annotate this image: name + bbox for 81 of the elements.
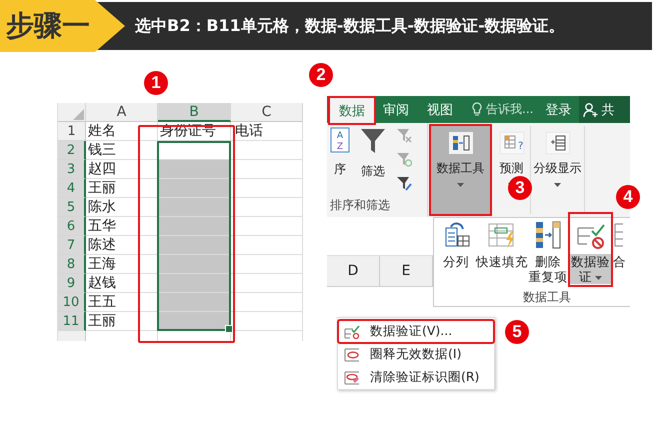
step-number-badge: 4 — [616, 185, 640, 209]
menu-item[interactable]: 圈释无效数据(I) — [338, 343, 494, 366]
table-cell — [231, 198, 303, 217]
row-header[interactable]: 1 — [58, 122, 86, 141]
table-cell — [231, 293, 303, 312]
group-label: 数据工具 — [523, 289, 571, 306]
row-header[interactable]: 4 — [58, 179, 86, 198]
table-cell: 王海 — [86, 255, 158, 274]
row-header[interactable]: 7 — [58, 236, 86, 255]
clear-circles-icon — [344, 370, 360, 384]
table-cell: 五华 — [86, 217, 158, 236]
data-validation-icon — [344, 324, 360, 338]
person-icon — [583, 102, 600, 118]
step-number-badge: 2 — [309, 63, 333, 87]
table-cell — [231, 179, 303, 198]
outline-icon — [546, 132, 570, 154]
menu-item[interactable]: 数据验证(V)... — [338, 320, 494, 343]
group-label: 排序和筛选 — [330, 197, 391, 214]
column-header[interactable]: C — [231, 103, 303, 122]
row-header[interactable]: 10 — [58, 293, 86, 312]
step-label: 步骤一 — [0, 0, 125, 52]
table-cell: 陈述 — [86, 236, 158, 255]
row-header[interactable]: 5 — [58, 198, 86, 217]
step-number-badge: 5 — [505, 320, 529, 344]
table-cell: 王丽 — [86, 312, 158, 331]
login-link[interactable]: 登录 — [545, 100, 572, 118]
circle-invalid-icon — [344, 348, 360, 362]
select-all-corner[interactable] — [58, 103, 86, 122]
row-header[interactable]: 2 — [58, 141, 86, 160]
row-header[interactable]: 9 — [58, 274, 86, 293]
lightbulb-icon — [472, 102, 482, 117]
ribbon-button[interactable]: 删除 重复项 — [530, 218, 566, 285]
table-cell: 王五 — [86, 293, 158, 312]
table-cell: 赵四 — [86, 160, 158, 179]
table-cell — [231, 274, 303, 293]
tell-me-field[interactable]: 告诉我... — [486, 101, 534, 118]
table-cell — [231, 255, 303, 274]
share-button[interactable]: 共 — [579, 96, 630, 123]
table-cell: 赵钱 — [86, 274, 158, 293]
forecast-sheet-icon: ? — [500, 132, 524, 154]
step-number-badge: 1 — [144, 71, 168, 95]
table-cell — [231, 236, 303, 255]
table-cell: 陈水 — [86, 198, 158, 217]
clear-filter-icon[interactable] — [396, 127, 412, 143]
column-header[interactable]: A — [86, 103, 158, 122]
row-header[interactable]: 8 — [58, 255, 86, 274]
table-cell: 钱三 — [86, 141, 158, 160]
row-header[interactable] — [58, 331, 86, 341]
row-header[interactable]: 11 — [58, 312, 86, 331]
caret-icon — [457, 183, 464, 187]
ribbon-button[interactable]: 快速填充 — [476, 218, 528, 285]
caret-icon — [595, 276, 602, 280]
filter-button[interactable]: 筛选 — [360, 127, 386, 191]
ribbon-button[interactable]: 数据工具 — [431, 126, 490, 214]
triangle-icon — [71, 107, 85, 121]
advanced-filter-icon[interactable] — [396, 175, 412, 191]
caret-icon — [554, 183, 561, 187]
table-cell: 姓名 — [86, 122, 158, 141]
column-header[interactable]: D — [327, 256, 380, 286]
ribbon-button[interactable]: 数据验 证 — [570, 214, 611, 285]
ribbon-button[interactable]: 分列 — [438, 218, 474, 285]
reapply-filter-icon[interactable] — [396, 151, 412, 167]
funnel-icon — [360, 127, 386, 155]
ribbon-tab[interactable]: 审阅 — [374, 96, 418, 123]
data-tools-icon — [448, 132, 472, 154]
ribbon-tab[interactable]: 数据 — [330, 98, 374, 123]
column-header[interactable]: B — [158, 103, 231, 122]
row-header[interactable]: 3 — [58, 160, 86, 179]
table-cell — [231, 141, 303, 160]
remove-duplicates-icon — [533, 220, 563, 250]
ribbon-tab[interactable]: 视图 — [418, 96, 462, 123]
row-header[interactable]: 6 — [58, 217, 86, 236]
table-cell: 王丽 — [86, 179, 158, 198]
instruction-text: 选中B2：B11单元格，数据-数据工具-数据验证-数据验证。 — [135, 15, 566, 37]
ribbon-button[interactable]: 分级显示 — [531, 126, 585, 214]
sort-az-icon: A Z — [330, 127, 350, 153]
sort-button[interactable]: A Z 序 — [330, 127, 350, 191]
table-cell — [231, 160, 303, 179]
table-cell — [231, 217, 303, 236]
table-cell: 电话 — [231, 122, 303, 141]
menu-item[interactable]: 清除验证标识圈(R) — [338, 366, 494, 389]
